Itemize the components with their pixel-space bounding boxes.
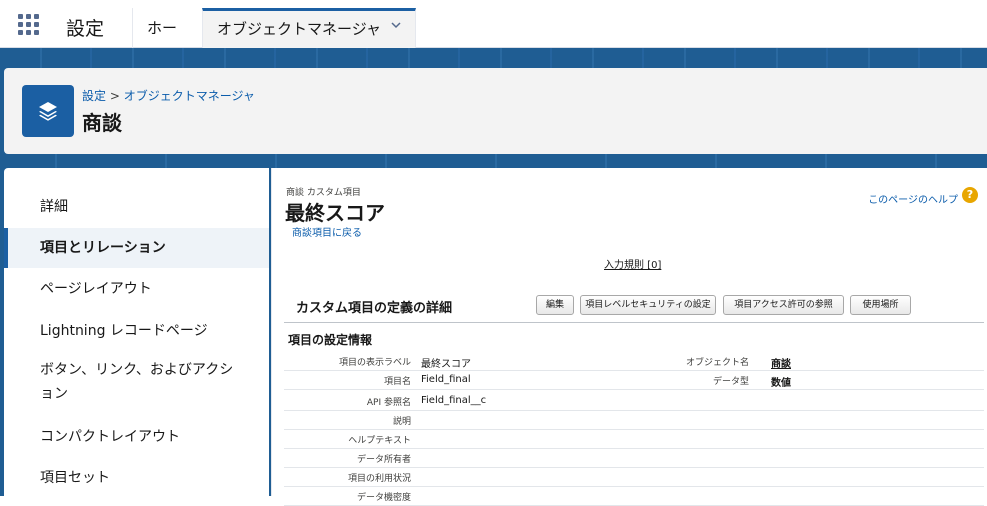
- row-value: 最終スコア: [421, 359, 471, 370]
- row-label: 項目の利用状況: [347, 474, 411, 484]
- sidebar-item-field-sets[interactable]: 項目セット: [4, 465, 269, 491]
- detail-row: 項目の利用状況: [284, 468, 984, 487]
- detail-row: API 参照名 Field_final__c: [284, 392, 984, 411]
- row-label: データ機密度: [356, 493, 411, 503]
- row-label: データ所有者: [356, 455, 411, 465]
- page-title: 商談: [82, 111, 122, 135]
- field-detail-panel: 商談 カスタム項目 最終スコア 商談項目に戻る このページのヘルプ ? 入力規則…: [271, 168, 987, 506]
- sidebar-item-compact-layouts[interactable]: コンパクトレイアウト: [4, 424, 269, 450]
- breadcrumb-setup[interactable]: 設定: [82, 89, 106, 103]
- field-security-button[interactable]: 項目レベルセキュリティの設定: [580, 295, 716, 315]
- row-value: Field_final__c: [421, 395, 487, 406]
- sidebar-item-buttons-links-actions[interactable]: ボタン、リンク、およびアクシ: [4, 359, 269, 381]
- row-label: 項目の表示ラベル: [338, 358, 411, 368]
- layers-icon: [39, 102, 57, 121]
- field-title: 最終スコア: [285, 201, 385, 225]
- sidebar-item-buttons-links-actions-cont[interactable]: ョン: [4, 383, 269, 405]
- help-link[interactable]: このページのヘルプ: [868, 191, 958, 206]
- section-divider: [284, 322, 984, 323]
- back-to-fields-link[interactable]: 商談項目に戻る: [292, 224, 362, 239]
- detail-row: 説明: [284, 411, 984, 430]
- breadcrumb-object-manager[interactable]: オブジェクトマネージャ: [124, 89, 255, 103]
- object-name-link[interactable]: 商談: [771, 355, 791, 370]
- chevron-down-icon[interactable]: [391, 20, 401, 30]
- section-title: カスタム項目の定義の詳細: [296, 301, 453, 316]
- detail-row: ヘルプテキスト: [284, 430, 984, 449]
- breadcrumb: 設定 > オブジェクトマネージャ: [82, 87, 255, 104]
- row-label: ヘルプテキスト: [348, 436, 411, 446]
- detail-row: データ機密度: [284, 487, 984, 506]
- row-label-secondary: データ型: [712, 377, 749, 387]
- row-label: 項目名: [383, 377, 411, 387]
- row-label-secondary: オブジェクト名: [685, 358, 749, 368]
- help-icon[interactable]: ?: [962, 187, 978, 203]
- field-access-button[interactable]: 項目アクセス許可の参照: [723, 295, 844, 315]
- page-header: 設定 > オブジェクトマネージャ 商談: [4, 68, 987, 154]
- sidebar-item-page-layouts[interactable]: ページレイアウト: [4, 276, 269, 302]
- object-sidebar: 詳細 項目とリレーション ページレイアウト Lightning レコードページ …: [4, 168, 269, 496]
- object-icon: [22, 85, 74, 137]
- validation-rules-link[interactable]: 入力規則 [0]: [604, 256, 661, 271]
- row-value: Field_final: [421, 374, 471, 385]
- sidebar-item-details[interactable]: 詳細: [4, 194, 269, 220]
- data-type-value: 数値: [771, 378, 791, 389]
- app-launcher-icon[interactable]: [18, 14, 40, 36]
- info-heading: 項目の設定情報: [288, 333, 373, 347]
- detail-row: データ所有者: [284, 449, 984, 468]
- where-used-button[interactable]: 使用場所: [850, 295, 911, 315]
- sidebar-item-fields-relationships[interactable]: 項目とリレーション: [4, 228, 269, 268]
- edit-button[interactable]: 編集: [536, 295, 574, 315]
- tab-object-manager-label: オブジェクトマネージャ: [217, 20, 381, 38]
- app-name: 設定: [66, 18, 105, 40]
- sidebar-item-lightning-record-pages[interactable]: Lightning レコードページ: [4, 318, 269, 344]
- row-label: API 参照名: [366, 398, 411, 408]
- row-label: 説明: [392, 417, 411, 427]
- tab-home[interactable]: ホーム: [132, 8, 202, 77]
- global-nav-bar: 設定 ホーム オブジェクトマネージャ: [0, 0, 987, 77]
- tab-object-manager[interactable]: オブジェクトマネージャ: [202, 8, 416, 48]
- breadcrumb-separator: >: [109, 89, 120, 103]
- detail-row: 項目名 Field_final データ型 数値: [284, 371, 984, 390]
- detail-row: 項目の表示ラベル 最終スコア オブジェクト名 商談: [284, 352, 984, 371]
